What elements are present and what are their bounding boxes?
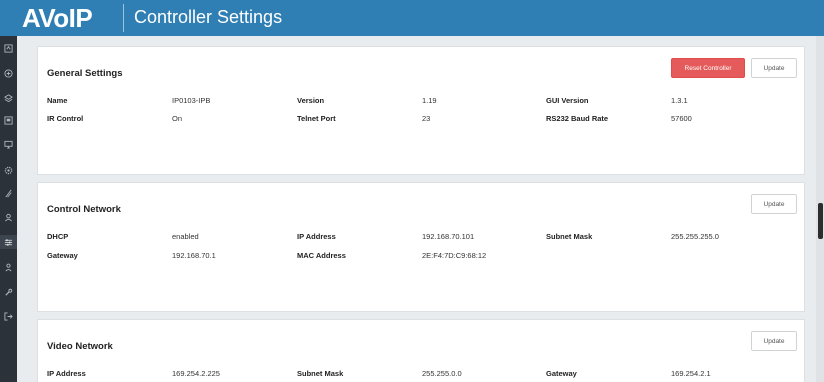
control-network-card: Control Network Update DHCP enabled IP A… (37, 182, 805, 312)
video-mask-value: 255.255.0.0 (422, 369, 462, 378)
name-label: Name (47, 96, 68, 105)
control-update-button[interactable]: Update (751, 194, 797, 214)
logout-icon[interactable] (0, 309, 17, 323)
control-gateway-label: Gateway (47, 251, 78, 260)
control-gateway-value: 192.168.70.1 (172, 251, 216, 260)
reset-controller-button[interactable]: Reset Controller (671, 58, 745, 78)
header-divider (123, 4, 124, 32)
mac-address-value: 2E:F4:7D:C9:68:12 (422, 251, 487, 260)
scrollbar-thumb[interactable] (818, 203, 823, 239)
version-label: Version (297, 96, 325, 105)
add-circle-icon[interactable] (0, 66, 17, 80)
baud-rate-value: 57600 (671, 114, 692, 123)
layers-icon[interactable] (0, 91, 17, 105)
dashboard-icon[interactable] (0, 41, 17, 55)
user-icon[interactable] (0, 210, 17, 224)
ir-control-value: On (172, 114, 183, 123)
telnet-port-value: 23 (422, 114, 431, 123)
version-value: 1.19 (422, 96, 437, 105)
general-settings-title: General Settings (47, 68, 123, 79)
routing-icon[interactable] (0, 186, 17, 200)
control-ip-value: 192.168.70.101 (422, 232, 475, 241)
tools-icon[interactable] (0, 285, 17, 299)
telnet-port-label: Telnet Port (297, 114, 336, 123)
page-title: Controller Settings (134, 7, 283, 27)
monitor-icon[interactable] (0, 137, 17, 151)
sliders-icon[interactable] (0, 235, 17, 249)
dhcp-label: DHCP (47, 232, 69, 241)
video-mask-label: Subnet Mask (297, 369, 344, 378)
control-mask-value: 255.255.255.0 (671, 232, 719, 241)
video-update-button[interactable]: Update (751, 331, 797, 351)
control-mask-label: Subnet Mask (546, 232, 593, 241)
baud-rate-label: RS232 Baud Rate (546, 114, 609, 123)
sidebar (0, 36, 17, 382)
video-ip-label: IP Address (47, 369, 86, 378)
general-settings-card: General Settings Reset Controller Update… (37, 46, 805, 175)
general-update-button[interactable]: Update (751, 58, 797, 78)
top-bar: AVoIP Controller Settings (0, 0, 824, 36)
video-network-card: Video Network Update IP Address 169.254.… (37, 319, 805, 382)
upload-user-icon[interactable] (0, 260, 17, 274)
video-ip-value: 169.254.2.225 (172, 369, 220, 378)
gui-version-label: GUI Version (546, 96, 589, 105)
mac-address-label: MAC Address (297, 251, 346, 260)
settings-gear-icon[interactable] (0, 163, 17, 177)
dhcp-value: enabled (172, 232, 199, 241)
control-network-title: Control Network (47, 204, 121, 215)
name-value: IP0103-IPB (172, 96, 211, 105)
ir-control-label: IR Control (47, 114, 84, 123)
video-network-title: Video Network (47, 341, 113, 352)
video-gateway-label: Gateway (546, 369, 577, 378)
video-gateway-value: 169.254.2.1 (671, 369, 711, 378)
display-icon[interactable] (0, 113, 17, 127)
gui-version-value: 1.3.1 (671, 96, 688, 105)
app-logo[interactable]: AVoIP (22, 3, 93, 34)
control-ip-label: IP Address (297, 232, 336, 241)
